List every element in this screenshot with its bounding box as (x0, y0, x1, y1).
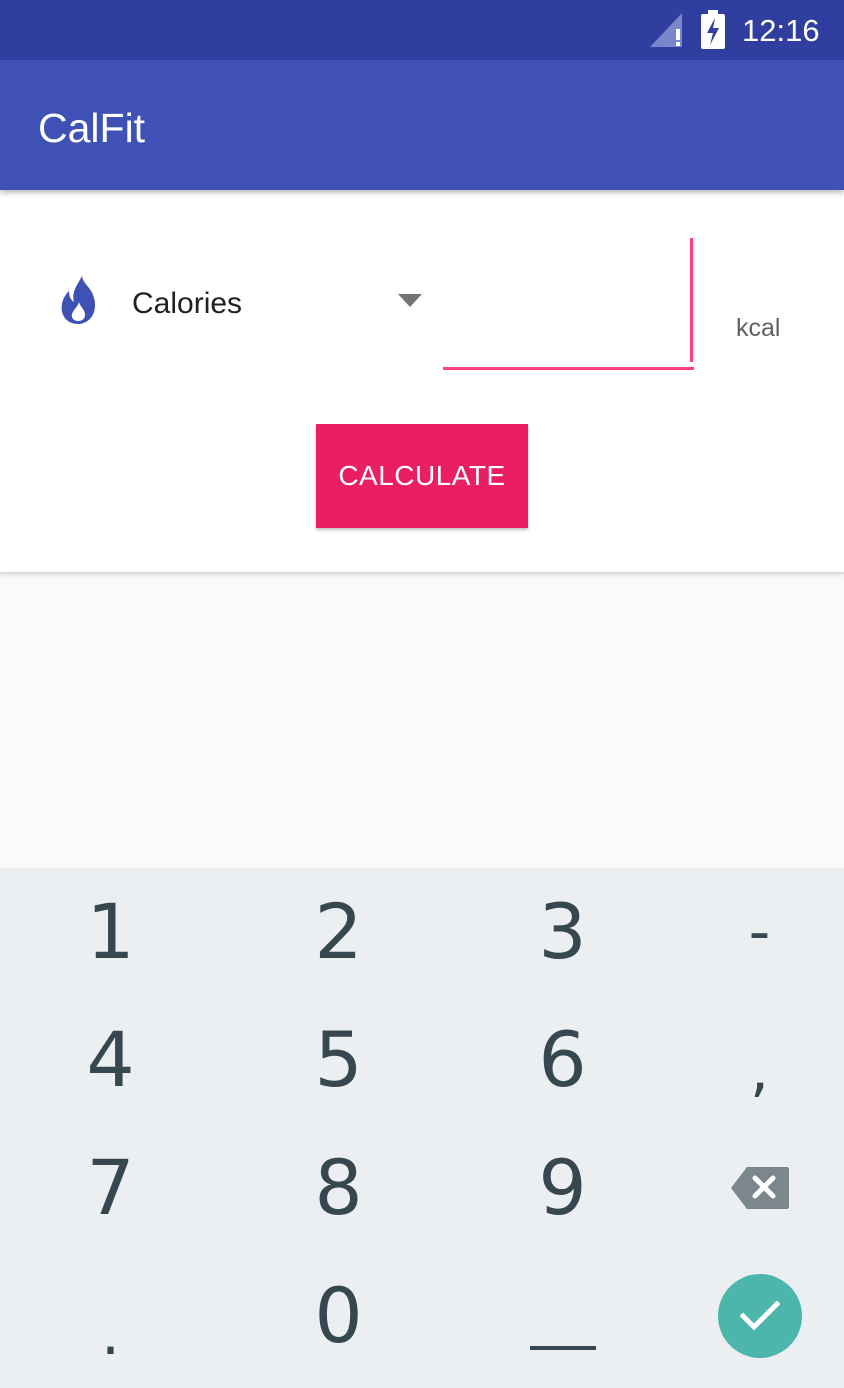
key-dash-label: - (748, 897, 771, 967)
key-1-label: 1 (86, 887, 135, 976)
calculate-button[interactable]: CALCULATE (316, 424, 528, 528)
key-5[interactable]: 5 (233, 996, 444, 1124)
key-0-label: 0 (314, 1271, 363, 1360)
key-done[interactable] (654, 1252, 844, 1380)
app-bar: CalFit (0, 60, 844, 190)
key-6-label: 6 (538, 1015, 587, 1104)
screen: 12:16 CalFit Calories kcal CALCULATE 1 2… (0, 0, 844, 1388)
text-cursor (690, 238, 693, 362)
key-9-label: 9 (538, 1143, 587, 1232)
key-7[interactable]: 7 (5, 1124, 216, 1252)
signal-icon (650, 13, 682, 47)
key-dot[interactable]: . (5, 1252, 216, 1380)
key-backspace[interactable] (654, 1124, 844, 1252)
key-2[interactable]: 2 (233, 868, 444, 996)
key-3[interactable]: 3 (457, 868, 668, 996)
key-comma[interactable]: , (654, 996, 844, 1124)
calculator-card: Calories kcal CALCULATE (0, 190, 844, 574)
key-7-label: 7 (86, 1143, 135, 1232)
key-comma-label: , (749, 1035, 770, 1105)
key-dash[interactable]: - (654, 868, 844, 996)
key-2-label: 2 (314, 887, 363, 976)
battery-charging-icon (701, 10, 725, 49)
numeric-keyboard: 1 2 3 - 4 5 6 , 7 8 9 . 0 (0, 868, 844, 1388)
key-5-label: 5 (314, 1015, 363, 1104)
key-9[interactable]: 9 (457, 1124, 668, 1252)
flame-icon (61, 276, 96, 324)
key-6[interactable]: 6 (457, 996, 668, 1124)
status-time: 12:16 (742, 13, 820, 48)
status-bar: 12:16 (0, 0, 844, 60)
key-1[interactable]: 1 (5, 868, 216, 996)
unit-label: kcal (736, 314, 781, 342)
done-button[interactable] (717, 1274, 802, 1358)
app-title: CalFit (38, 105, 146, 151)
key-4-label: 4 (86, 1015, 135, 1104)
key-8[interactable]: 8 (233, 1124, 444, 1252)
key-8-label: 8 (314, 1143, 363, 1232)
key-4[interactable]: 4 (5, 996, 216, 1124)
key-space[interactable] (457, 1252, 668, 1380)
unit-type-spinner[interactable]: Calories (132, 286, 242, 322)
backspace-icon (730, 1167, 789, 1209)
chevron-down-icon[interactable] (398, 294, 422, 308)
key-dot-label: . (100, 1299, 121, 1369)
space-icon (529, 1346, 596, 1350)
value-input[interactable] (443, 238, 694, 370)
key-0[interactable]: 0 (233, 1252, 444, 1380)
check-icon (739, 1301, 780, 1331)
key-3-label: 3 (538, 887, 587, 976)
